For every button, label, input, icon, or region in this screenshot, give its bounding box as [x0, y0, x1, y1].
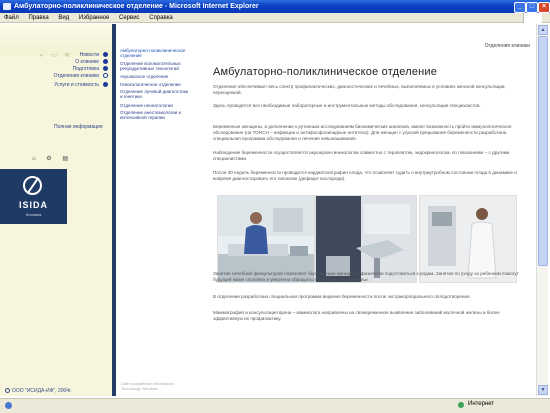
- nav-about[interactable]: О клинике: [75, 59, 99, 65]
- copyright-icon: [5, 388, 10, 394]
- photo-gynecology-room: [315, 195, 417, 283]
- nav-about-bullet-icon: [103, 59, 108, 64]
- print-small-icon[interactable]: ▤: [62, 156, 68, 162]
- subnav-item-obstetric[interactable]: Акушерское отделение: [120, 74, 190, 79]
- ie-icon: [3, 3, 11, 10]
- menu-view[interactable]: Вид: [58, 15, 69, 21]
- sitemap-icon[interactable]: ▭: [51, 52, 57, 59]
- nav-news-bullet-icon: [103, 52, 108, 57]
- page-title: Амбулаторно-поликлиническое отделение: [213, 66, 438, 78]
- subnav-item-outpatient[interactable]: Амбулаторно-поликлиническое отделение: [120, 48, 190, 58]
- subnav-item-radiology[interactable]: Отделение лучевой диагностики и генетики: [120, 89, 190, 99]
- windows-logo-icon: [523, 13, 542, 23]
- menu-help[interactable]: Справка: [149, 15, 173, 21]
- full-info-link[interactable]: Полная информация: [54, 124, 103, 130]
- nav-services-bullet-icon: [103, 82, 108, 87]
- internet-zone-icon: [458, 402, 464, 408]
- nav-departments[interactable]: Отделения клиники: [54, 73, 99, 79]
- menu-file[interactable]: Файл: [4, 15, 19, 21]
- page-status-icon: [5, 402, 12, 409]
- logo-subtitle: Клиника: [25, 212, 42, 217]
- subnav-item-anesthesiology[interactable]: Отделение анестезиологии и интенсивной т…: [120, 110, 190, 120]
- main-content: Отделения клиники Амбулаторно-поликлинич…: [191, 24, 536, 396]
- nav-departments-bullet-icon: [103, 73, 108, 78]
- sidebar-small-icons: ⌂ ⚙ ▤: [32, 155, 77, 162]
- paragraph-8: Маммография и консультация врача – маммо…: [213, 310, 500, 321]
- clinic-logo[interactable]: ISIDA Клиника: [0, 169, 67, 224]
- nav-news[interactable]: Новости: [80, 52, 99, 58]
- department-subnav: Амбулаторно-поликлиническое отделение От…: [116, 24, 191, 396]
- paragraph-2: Здесь проводятся все необходимые лаборат…: [213, 103, 481, 108]
- subnav-item-neonatology[interactable]: Отделение неонатологии: [120, 103, 190, 108]
- security-zone-label: Интернет: [468, 401, 495, 407]
- mail-icon[interactable]: ✉: [65, 52, 70, 59]
- logo-name: ISIDA: [18, 200, 48, 210]
- logo-emblem-icon: [23, 176, 42, 195]
- photo-doctor-equipment: [419, 195, 517, 283]
- menu-bar: Файл Правка Вид Избранное Сервис Справка: [0, 13, 550, 23]
- menu-edit[interactable]: Правка: [28, 15, 48, 21]
- status-bar: Интернет: [0, 398, 550, 413]
- photo-doctor-desk: [217, 195, 315, 283]
- menu-favorites[interactable]: Избранное: [79, 15, 109, 21]
- nav-preparation[interactable]: Подготовка: [73, 66, 99, 72]
- settings-small-icon[interactable]: ⚙: [46, 156, 51, 162]
- paragraph-1: Отделение обеспечивает весь спектр профи…: [213, 84, 506, 95]
- home-icon[interactable]: ◐: [40, 53, 44, 59]
- paragraph-4: Наблюдение беременности осуществляется а…: [213, 150, 510, 161]
- breadcrumb[interactable]: Отделения клиники: [485, 43, 530, 49]
- window-titlebar: Амбулаторно-поликлиническое отделение - …: [0, 0, 550, 13]
- developer-credit[interactable]: Сайт разработан Information Technology S…: [121, 381, 191, 391]
- paragraph-3: Беременные женщины, в дополнение к рутин…: [213, 124, 512, 141]
- scroll-down-arrow-icon[interactable]: ▼: [538, 385, 548, 395]
- vertical-scrollbar[interactable]: ▲ ▼: [536, 24, 548, 396]
- scroll-thumb[interactable]: [538, 36, 548, 266]
- paragraph-6: Занятия лечебной физкультурой позволяют …: [213, 271, 519, 282]
- scroll-up-arrow-icon[interactable]: ▲: [538, 25, 548, 35]
- copyright: ООО "ИСИДА-ИФ", 2004г.: [5, 388, 72, 394]
- home-small-icon[interactable]: ⌂: [32, 156, 36, 162]
- nav-preparation-bullet-icon: [103, 66, 108, 71]
- paragraph-7: В отделении разработана специальная прог…: [213, 294, 471, 299]
- maximize-button[interactable]: □: [526, 2, 538, 13]
- menu-tools[interactable]: Сервис: [119, 15, 140, 21]
- nav-services[interactable]: Услуги и стоимость: [54, 82, 99, 88]
- sidebar-tool-icons: ◐ ▭ ✉: [40, 52, 76, 59]
- sidebar: ◐ ▭ ✉ Новости О клинике Подготовка Отдел…: [0, 24, 112, 396]
- subnav-item-reproductive[interactable]: Отделение вспомогательных репродуктивных…: [120, 61, 190, 71]
- window-title: Амбулаторно-поликлиническое отделение - …: [14, 3, 259, 10]
- subnav-item-gynecology[interactable]: Гинекологическое отделение: [120, 82, 190, 87]
- paragraph-5: После 30 недель беременности проводится …: [213, 170, 517, 181]
- copyright-text: ООО "ИСИДА-ИФ", 2004г.: [12, 388, 72, 394]
- minimize-button[interactable]: _: [514, 2, 526, 13]
- close-button[interactable]: ×: [538, 2, 550, 13]
